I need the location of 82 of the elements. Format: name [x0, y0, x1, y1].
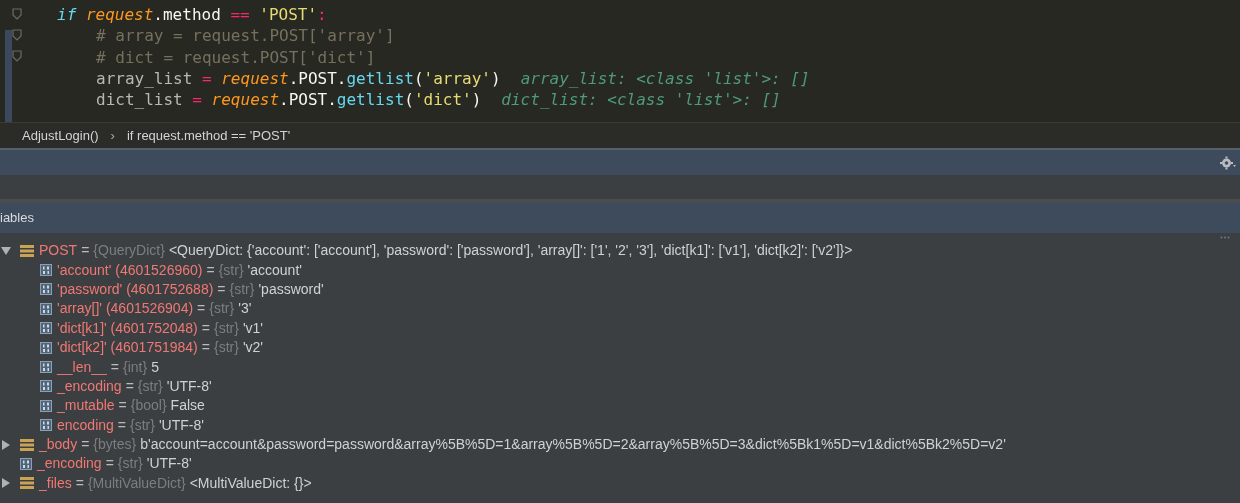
expand-arrow-icon[interactable] [1, 478, 11, 489]
variable-name: __len__ [57, 358, 107, 376]
equals-sign: = [81, 436, 90, 454]
binary-field-icon [20, 458, 32, 470]
variable-value: 5 [151, 358, 159, 376]
variable-name: POST [39, 242, 78, 260]
variable-value: 'UTF-8' [158, 416, 204, 434]
variable-name: 'account' (4601526960) [57, 261, 203, 279]
equals-sign: = [201, 339, 210, 357]
variable-value: 'v1' [242, 319, 263, 337]
variable-name: 'array[]' (4601526904) [57, 300, 194, 318]
binary-field-icon [40, 380, 52, 393]
code-line: if request.method == 'POST': [57, 4, 328, 26]
fold-icon[interactable] [12, 29, 22, 41]
variable-value: b'account=account&password=password&array%5B%5D=1&array%5B%5D=2&array%5B%5D=3&dict%5Bk1%5D=v1&dict%5Bk2%5D=v2' [140, 436, 1006, 454]
binary-field-icon [40, 302, 52, 315]
equals-sign: = [206, 261, 215, 279]
variable-type: {str} [213, 339, 239, 357]
code-line: # dict = request.POST['dict'] [95, 46, 377, 68]
variable-value: '3' [238, 300, 252, 318]
variable-type: {bytes} [93, 436, 137, 454]
variable-type: {str} [218, 261, 244, 279]
binary-field-icon [40, 419, 52, 432]
variable-name: _files [39, 474, 72, 492]
equals-sign: = [217, 280, 226, 298]
binary-field-icon [40, 264, 52, 277]
collapse-arrow-icon[interactable] [1, 245, 11, 256]
variable-type: {str} [213, 319, 239, 337]
variable-name: 'dict[k2]' (4601751984) [57, 339, 198, 357]
binary-field-icon [40, 322, 52, 335]
code-line: array_list = request.POST.getlist('array') array_list: <class 'list'>: [] [95, 67, 810, 90]
equals-sign: = [75, 474, 84, 492]
expand-arrow-icon[interactable] [1, 439, 11, 450]
equals-sign: = [118, 397, 127, 415]
stack-icon [20, 244, 34, 257]
variable-type: {int} [123, 358, 148, 376]
variable-value: False [170, 397, 205, 415]
variable-type: {str} [130, 416, 155, 434]
code-line: # array = request.POST['array'] [95, 25, 396, 47]
variable-type: {str} [117, 455, 143, 473]
variable-type: {MultiValueDict} [87, 474, 186, 492]
binary-field-icon [40, 361, 52, 374]
equals-sign: = [201, 319, 210, 337]
binary-field-icon [40, 341, 52, 354]
settings-icon[interactable] [1220, 155, 1236, 170]
equals-sign: = [125, 377, 134, 395]
equals-sign: = [81, 242, 90, 260]
variable-type: {str} [229, 280, 255, 298]
variable-value: <MultiValueDict: {}> [189, 474, 312, 492]
equals-sign: = [117, 416, 126, 434]
variable-name: 'password' (4601752688) [57, 280, 214, 298]
variable-type: {str} [137, 377, 163, 395]
breadcrumb-separator: › [110, 126, 115, 145]
variable-name: _encoding [57, 377, 122, 395]
variable-value: <QueryDict: {'account': ['account'], 'password': ['password'], 'array[]': ['1', '2', '3'], 'dict[k1]': ['v1'], 'dict[k2]': ['v2']}> [168, 242, 853, 260]
binary-field-icon [40, 399, 52, 412]
variable-value: 'UTF-8' [166, 377, 212, 395]
variable-name: _encoding [37, 455, 102, 473]
stack-icon [20, 438, 34, 451]
variable-value: 'v2' [242, 339, 263, 357]
panel-title: iables [0, 209, 34, 228]
code-line: dict_list = request.POST.getlist('dict') dict_list: <class 'list'>: [] [95, 89, 782, 111]
breadcrumb-item[interactable]: if request.method == 'POST' [126, 125, 291, 146]
variable-type: {bool} [130, 397, 167, 415]
equals-sign: = [197, 300, 206, 318]
breadcrumb-item[interactable]: AdjustLogin() [22, 125, 99, 146]
equals-sign: = [105, 455, 114, 473]
variable-type: {str} [209, 300, 235, 318]
variable-name: 'dict[k1]' (4601752048) [57, 319, 198, 337]
equals-sign: = [110, 358, 119, 376]
variable-name: encoding [57, 416, 114, 434]
variable-value: 'UTF-8' [146, 455, 192, 473]
fold-icon[interactable] [12, 50, 22, 62]
variable-value: 'password' [258, 280, 324, 298]
binary-field-icon [40, 283, 52, 296]
variable-value: 'account' [247, 261, 302, 279]
fold-icon[interactable] [12, 8, 22, 20]
variable-name: _body [39, 436, 78, 454]
more-icon[interactable] [1220, 235, 1230, 239]
variable-name: _mutable [57, 397, 115, 415]
stack-icon [20, 477, 34, 490]
variable-type: {QueryDict} [93, 242, 165, 260]
